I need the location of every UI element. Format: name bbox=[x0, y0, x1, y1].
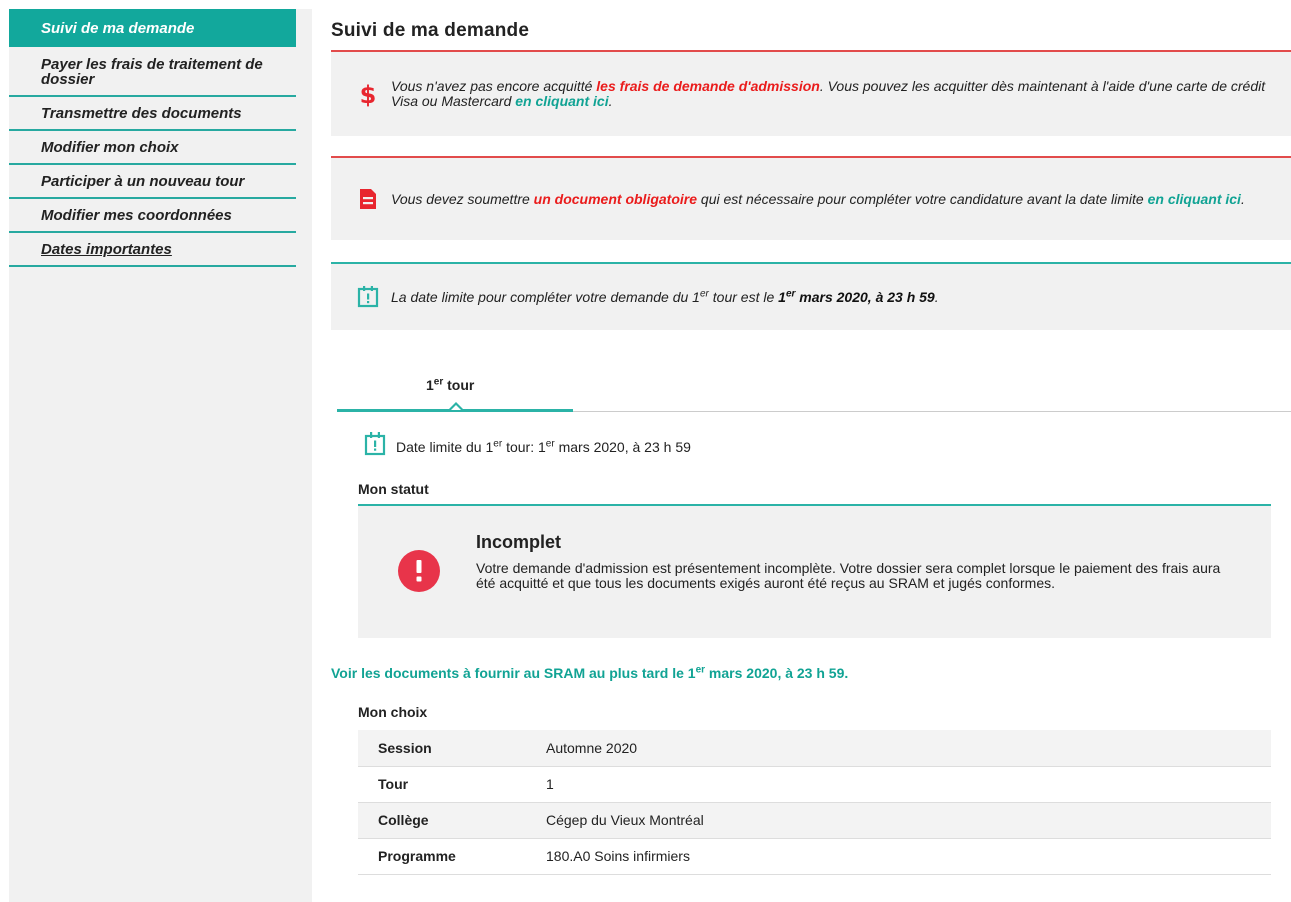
row-label: Tour bbox=[378, 776, 409, 792]
dollar-icon: $ bbox=[357, 81, 379, 107]
row-label: Programme bbox=[378, 848, 456, 864]
sidebar-item-label: Modifier mes coordonnées bbox=[41, 207, 232, 224]
fees-alert-text-part: Vous n'avez pas encore acquitté bbox=[391, 78, 597, 94]
document-alert-text-part: Vous devez soumettre bbox=[391, 190, 534, 207]
tab-caret-icon bbox=[449, 402, 463, 410]
status-box: Incomplet Votre demande d'admission est … bbox=[358, 504, 1271, 638]
document-alert-text-part: qui est nécessaire pour compléter votre … bbox=[697, 190, 1148, 207]
submit-document-link[interactable]: en cliquant ici bbox=[1148, 191, 1241, 207]
deadline-alert-date-part: mars 2020, à 23 h 59 bbox=[795, 288, 935, 305]
fees-alert: $ Vous n'avez pas encore acquitté les fr… bbox=[331, 50, 1291, 136]
deadline-alert-text: La date limite pour compléter votre dema… bbox=[391, 287, 951, 305]
calendar-icon bbox=[364, 432, 386, 461]
choice-heading: Mon choix bbox=[358, 704, 428, 720]
sidebar-item-payer-frais[interactable]: Payer les frais de traitement de dossier bbox=[9, 47, 296, 97]
ordinal-sup: er bbox=[493, 437, 503, 449]
sidebar-item-transmettre-documents[interactable]: Transmettre des documents bbox=[9, 97, 296, 131]
sidebar-item-label: Suivi de ma demande bbox=[41, 20, 195, 37]
document-alert-text-end: . bbox=[1240, 190, 1245, 207]
tab-label-part: 1 bbox=[426, 377, 434, 393]
document-icon bbox=[357, 187, 379, 211]
document-alert-text: Vous devez soumettre un document obligat… bbox=[391, 190, 1257, 207]
documents-link-part: Voir les documents à fournir au SRAM au … bbox=[331, 665, 696, 681]
choice-table: Session Automne 2020 Tour 1 Collège Cége… bbox=[358, 730, 1271, 875]
round-deadline: Date limite du 1er tour: 1er mars 2020, … bbox=[364, 432, 691, 461]
fees-alert-text-end: . bbox=[608, 93, 613, 109]
deadline-alert-date: 1er mars 2020, à 23 h 59 bbox=[778, 287, 935, 305]
round-tabs: 1er tour bbox=[337, 370, 1291, 412]
tab-label-part: tour bbox=[443, 377, 475, 393]
pay-fees-link[interactable]: en cliquant ici bbox=[515, 93, 608, 109]
row-value: 1 bbox=[546, 776, 554, 792]
status-description: Votre demande d'admission est présenteme… bbox=[476, 560, 1221, 591]
table-row: Session Automne 2020 bbox=[358, 730, 1271, 766]
row-label: Collège bbox=[378, 812, 429, 828]
sidebar: Suivi de ma demande Payer les frais de t… bbox=[9, 9, 312, 902]
round-deadline-text-part: mars 2020, à 23 h 59 bbox=[554, 438, 691, 455]
status-heading: Mon statut bbox=[358, 481, 429, 497]
documents-to-provide-link[interactable]: Voir les documents à fournir au SRAM au … bbox=[331, 665, 848, 681]
exclamation-icon bbox=[398, 550, 440, 592]
table-row: Tour 1 bbox=[358, 766, 1271, 802]
row-value: Automne 2020 bbox=[546, 739, 638, 756]
sidebar-item-label: Modifier mon choix bbox=[41, 139, 179, 156]
sidebar-item-label: Dates importantes bbox=[41, 241, 172, 258]
deadline-alert: La date limite pour compléter votre dema… bbox=[331, 262, 1291, 330]
deadline-alert-text-end: . bbox=[934, 288, 939, 305]
row-value: Cégep du Vieux Montréal bbox=[546, 812, 704, 828]
deadline-alert-date-part: 1 bbox=[778, 288, 786, 305]
fees-alert-text: Vous n'avez pas encore acquitté les frai… bbox=[391, 79, 1291, 109]
tab-label: 1er tour bbox=[426, 377, 474, 393]
sidebar-item-label: Transmettre des documents bbox=[41, 105, 242, 122]
sidebar-item-label: Participer à un nouveau tour bbox=[41, 173, 245, 190]
round-deadline-text: Date limite du 1er tour: 1er mars 2020, … bbox=[396, 437, 691, 455]
row-value: 180.A0 Soins infirmiers bbox=[546, 848, 690, 864]
sidebar-item-dates-importantes[interactable]: Dates importantes bbox=[9, 233, 296, 267]
documents-link-part: mars 2020, à 23 h 59. bbox=[705, 665, 849, 681]
deadline-alert-text-part: tour est le bbox=[708, 288, 779, 305]
round-deadline-text-part: tour: 1 bbox=[502, 438, 546, 455]
table-row: Programme 180.A0 Soins infirmiers bbox=[358, 838, 1271, 874]
row-label: Session bbox=[378, 739, 432, 756]
tab-round-1[interactable]: 1er tour bbox=[337, 370, 573, 412]
deadline-alert-text-part: La date limite pour compléter votre dema… bbox=[391, 288, 700, 305]
ordinal-sup: er bbox=[699, 287, 709, 299]
ordinal-sup: er bbox=[433, 376, 444, 388]
round-deadline-text-part: Date limite du 1 bbox=[396, 438, 494, 455]
ordinal-sup: er bbox=[545, 437, 555, 449]
sidebar-item-suivi[interactable]: Suivi de ma demande bbox=[9, 9, 296, 47]
page-title: Suivi de ma demande bbox=[331, 20, 530, 41]
sidebar-item-nouveau-tour[interactable]: Participer à un nouveau tour bbox=[9, 165, 296, 199]
calendar-alert-icon bbox=[357, 285, 379, 309]
fees-alert-strong: les frais de demande d'admission bbox=[596, 78, 820, 94]
sidebar-item-label: Payer les frais de traitement de dossier bbox=[41, 56, 263, 88]
document-alert-strong: un document obligatoire bbox=[533, 190, 698, 207]
ordinal-sup: er bbox=[695, 664, 706, 676]
document-alert: Vous devez soumettre un document obligat… bbox=[331, 156, 1291, 240]
sidebar-item-coordonnees[interactable]: Modifier mes coordonnées bbox=[9, 199, 296, 233]
ordinal-sup: er bbox=[785, 287, 796, 299]
status-title: Incomplet bbox=[476, 532, 562, 552]
table-row: Collège Cégep du Vieux Montréal bbox=[358, 802, 1271, 838]
sidebar-item-modifier-choix[interactable]: Modifier mon choix bbox=[9, 131, 296, 165]
svg-text:$: $ bbox=[360, 81, 377, 107]
